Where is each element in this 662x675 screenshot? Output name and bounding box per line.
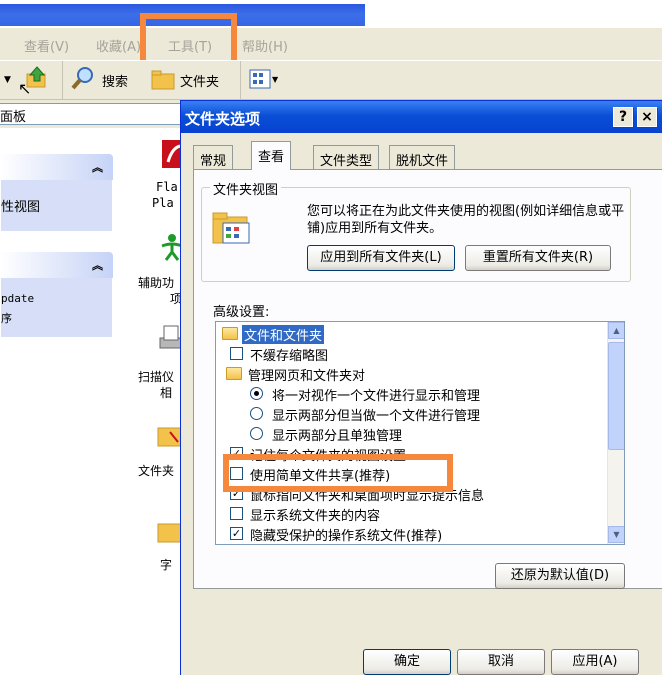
scroll-thumb[interactable] [608, 342, 624, 450]
file-label[interactable]: 相 [160, 384, 172, 401]
close-button[interactable]: × [637, 107, 657, 127]
folder-view-description: 您可以将正在为此文件夹使用的视图(例如详细信息或平铺)应用到所有文件夹。 [307, 204, 625, 236]
checkbox[interactable]: ✓ [230, 527, 243, 540]
menu-view[interactable]: 查看(V) [24, 36, 69, 55]
folder-view-icon [211, 207, 253, 247]
panel-body-2: pdate 序 [0, 278, 113, 338]
file-label[interactable]: Fla [156, 180, 178, 194]
checkbox[interactable] [230, 347, 243, 360]
file-label[interactable]: 字 [160, 556, 172, 573]
menu-favorites[interactable]: 收藏(A) [96, 36, 141, 55]
panel-text: 序 [1, 312, 12, 325]
task-pane: ︽ 性视图 ︽ pdate 序 Fla Pla 辅助功 项 扫描仪 相 文件夹 … [0, 128, 185, 675]
tab-offline-files[interactable]: 脱机文件 [389, 145, 456, 169]
menu-help[interactable]: 帮助(H) [242, 36, 288, 55]
advanced-settings-tree: 文件和文件夹 不缓存缩略图 管理网页和文件夹对 将一对视作一个文件进行显示和管理… [215, 321, 625, 545]
radio-button[interactable] [250, 407, 263, 420]
tree-label: 显示系统文件夹的内容 [250, 509, 381, 524]
tab-view[interactable]: 查看 [251, 141, 292, 170]
cancel-button[interactable]: 取消 [457, 649, 545, 675]
tree-label: 将一对视作一个文件进行显示和管理 [272, 389, 481, 404]
help-button[interactable]: ? [613, 107, 633, 127]
search-icon[interactable] [70, 65, 96, 91]
toolbar-separator [240, 61, 241, 99]
highlight-tools-menu [140, 13, 237, 67]
scroll-down-icon[interactable]: ▼ [608, 526, 624, 543]
file-label[interactable]: Pla [152, 196, 174, 210]
folders-icon[interactable] [150, 67, 176, 91]
panel-header-1[interactable]: ︽ [0, 154, 113, 180]
folder-icon [222, 327, 238, 340]
dropdown-arrow-icon[interactable]: ▼ [4, 75, 11, 85]
dialog-title: 文件夹选项 [185, 110, 261, 128]
restore-defaults-button[interactable]: 还原为默认值(D) [495, 563, 625, 589]
file-label[interactable]: 扫描仪 [138, 368, 174, 385]
panel-link[interactable]: 性视图 [1, 196, 40, 215]
highlight-simple-file-sharing [223, 454, 453, 492]
tree-label: 隐藏受保护的操作系统文件(推荐) [250, 529, 443, 544]
ok-button[interactable]: 确定 [363, 649, 451, 675]
dialog-titlebar[interactable]: 文件夹选项 ? × [181, 101, 662, 133]
checkbox[interactable] [230, 507, 243, 520]
scroll-up-icon[interactable]: ▲ [608, 322, 624, 339]
search-button[interactable]: 搜索 [102, 71, 128, 90]
tab-file-types[interactable]: 文件类型 [313, 145, 380, 169]
folder-options-dialog: 文件夹选项 ? × 常规 查看 文件类型 脱机文件 文件夹视图 您可以将正在为此… [180, 100, 662, 675]
views-icon[interactable]: ▼ [248, 67, 279, 91]
mouse-cursor-icon: ↖ [18, 79, 32, 98]
tree-label: 管理网页和文件夹对 [248, 369, 366, 384]
panel-text: pdate [1, 292, 35, 305]
tree-label: 显示两部分且单独管理 [272, 429, 403, 444]
advanced-settings-label: 高级设置: [213, 305, 270, 320]
radio-button[interactable] [250, 427, 263, 440]
group-label: 文件夹视图 [210, 179, 282, 198]
svg-text:▼: ▼ [272, 75, 278, 84]
radio-button[interactable] [250, 387, 263, 400]
toolbar-separator [62, 61, 63, 99]
tab-general[interactable]: 常规 [193, 145, 234, 169]
collapse-icon[interactable]: ︽ [92, 159, 103, 175]
toolbar: ▼ ↖ 搜索 文件夹 ▼ [0, 60, 662, 100]
apply-button[interactable]: 应用(A) [551, 649, 639, 675]
collapse-icon[interactable]: ︽ [92, 257, 103, 273]
reset-all-folders-button[interactable]: 重置所有文件夹(R) [465, 245, 611, 271]
address-field[interactable]: 面板 [0, 103, 200, 125]
tree-label: 文件和文件夹 [242, 325, 325, 344]
panel-body-1: 性视图 [0, 180, 113, 232]
folder-icon [226, 367, 242, 380]
apply-to-all-folders-button[interactable]: 应用到所有文件夹(L) [307, 245, 455, 271]
file-label[interactable]: 文件夹 [138, 462, 174, 479]
tree-label: 不缓存缩略图 [250, 349, 329, 364]
explorer-titlebar [0, 0, 662, 28]
tree-scrollbar[interactable]: ▲ ▼ [607, 322, 624, 544]
file-label[interactable]: 辅助功 [138, 274, 174, 291]
tree-label: 显示两部分但当做一个文件进行管理 [272, 409, 481, 424]
panel-header-2[interactable]: ︽ [0, 252, 113, 278]
folders-button[interactable]: 文件夹 [180, 71, 219, 90]
menu-bar: ) 查看(V) 收藏(A) 工具(T) 帮助(H) [0, 28, 662, 60]
